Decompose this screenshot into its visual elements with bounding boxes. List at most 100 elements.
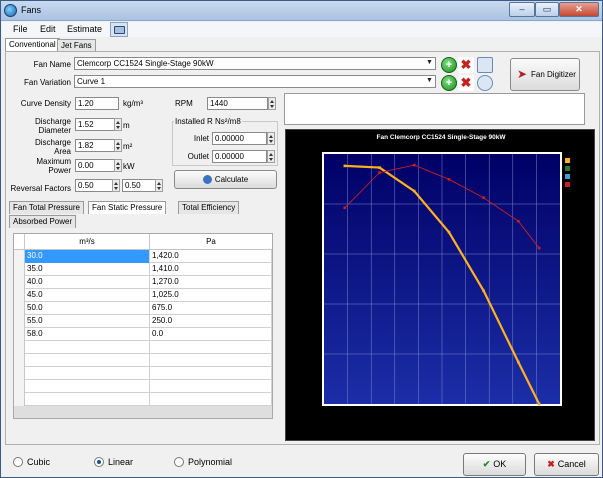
row-header[interactable] [14,367,25,380]
row-header[interactable] [14,302,25,315]
table-row[interactable]: 45.0 1,025.0 [14,289,272,302]
chevron-down-icon[interactable]: ▼ [426,59,433,66]
polynomial-radio[interactable] [174,457,184,467]
row-header[interactable] [14,328,25,341]
reversal-factor-1-spinner[interactable] [112,179,120,192]
pressure-cell[interactable]: 250.0 [150,315,272,328]
row-header[interactable] [14,263,25,276]
table-row[interactable]: 35.0 1,410.0 [14,263,272,276]
table-row[interactable]: 40.0 1,270.0 [14,276,272,289]
title-bar[interactable]: Fans – ▭ ✕ [1,1,602,21]
table-row[interactable] [14,393,272,406]
row-header[interactable] [14,250,25,263]
flow-cell[interactable] [25,393,150,406]
maximum-power-input[interactable]: 0.00 [75,159,115,172]
cancel-button[interactable]: ✖ Cancel [534,453,599,476]
tab-conventional[interactable]: Conventional [5,38,60,51]
discharge-area-spinner[interactable] [114,139,122,152]
tab-fan-total-pressure[interactable]: Fan Total Pressure [9,201,84,214]
column-header-pressure[interactable]: Pa [150,234,272,250]
pressure-cell[interactable]: 1,420.0 [150,250,272,263]
table-row[interactable]: 55.0 250.0 [14,315,272,328]
flow-cell[interactable]: 45.0 [25,289,150,302]
flow-cell[interactable] [25,341,150,354]
tab-absorbed-power[interactable]: Absorbed Power [9,215,77,228]
x-tick-label: 41 [415,410,421,416]
table-row[interactable] [14,380,272,393]
discharge-area-input[interactable]: 1.82 [75,139,115,152]
camera-icon[interactable] [110,22,128,37]
flow-cell[interactable]: 55.0 [25,315,150,328]
fan-name-dropdown[interactable]: Clemcorp CC1524 Single-Stage 90kW [74,57,436,70]
cubic-radio[interactable] [13,457,23,467]
row-header[interactable] [14,276,25,289]
flow-cell[interactable]: 35.0 [25,263,150,276]
inlet-input[interactable]: 0.00000 [212,132,267,145]
menu-file[interactable]: File [13,24,28,34]
table-row[interactable] [14,341,272,354]
notes-textbox[interactable] [284,93,585,125]
curve-density-input[interactable]: 1.20 [75,97,119,110]
ok-button[interactable]: ✔ OK [463,453,526,476]
tab-fan-static-pressure[interactable]: Fan Static Pressure [88,201,167,214]
link-icon[interactable] [477,75,493,91]
pressure-cell[interactable]: 1,270.0 [150,276,272,289]
flow-cell[interactable]: 30.0 [25,250,150,263]
chevron-down-icon[interactable]: ▼ [426,77,433,84]
pressure-cell[interactable] [150,341,272,354]
pressure-cell[interactable]: 675.0 [150,302,272,315]
table-row[interactable]: 50.0 675.0 [14,302,272,315]
table-row[interactable] [14,354,272,367]
outlet-input[interactable]: 0.00000 [212,150,267,163]
pressure-cell[interactable]: 1,025.0 [150,289,272,302]
discharge-diameter-input[interactable]: 1.52 [75,118,115,131]
flow-cell[interactable] [25,380,150,393]
row-header[interactable] [14,354,25,367]
outlet-spinner[interactable] [267,150,275,163]
rpm-input[interactable]: 1440 [207,97,268,110]
flow-cell[interactable]: 40.0 [25,276,150,289]
fan-digitizer-button[interactable]: ➤ Fan Digitizer [510,58,580,91]
rpm-spinner[interactable] [268,97,276,110]
table-row[interactable]: 30.0 1,420.0 [14,250,272,263]
flow-cell[interactable] [25,367,150,380]
reversal-factor-2-spinner[interactable] [155,179,163,192]
menu-edit[interactable]: Edit [40,24,56,34]
discharge-diameter-spinner[interactable] [114,118,122,131]
pressure-cell[interactable] [150,367,272,380]
add-fan-icon[interactable]: + [441,57,457,73]
pressure-cell[interactable] [150,393,272,406]
row-header[interactable] [14,380,25,393]
calculate-button[interactable]: Calculate [174,170,277,189]
table-row[interactable]: 58.0 0.0 [14,328,272,341]
pressure-cell[interactable]: 1,410.0 [150,263,272,276]
close-button[interactable]: ✕ [559,2,599,17]
reversal-factor-2-input[interactable]: 0.50 [122,179,156,192]
fan-variation-dropdown[interactable]: Curve 1 [74,75,436,88]
column-header-flow[interactable]: m³/s [25,234,150,250]
row-header[interactable] [14,393,25,406]
linear-radio[interactable] [94,457,104,467]
flow-cell[interactable]: 50.0 [25,302,150,315]
curve-data-grid[interactable]: m³/s Pa 30.0 1,420.0 35.0 1,410.0 40.0 1,270.… [13,233,273,419]
pressure-cell[interactable]: 0.0 [150,328,272,341]
delete-variation-icon[interactable]: ✖ [458,75,474,91]
add-variation-icon[interactable]: + [441,75,457,91]
maximize-button[interactable]: ▭ [535,2,559,17]
tab-total-efficiency[interactable]: Total Efficiency [178,201,240,214]
menu-estimate[interactable]: Estimate [67,24,102,34]
flow-cell[interactable] [25,354,150,367]
fan-details-icon[interactable] [477,57,493,73]
minimize-button[interactable]: – [509,2,535,17]
maximum-power-spinner[interactable] [114,159,122,172]
table-row[interactable] [14,367,272,380]
reversal-factor-1-input[interactable]: 0.50 [75,179,113,192]
row-header[interactable] [14,289,25,302]
delete-fan-icon[interactable]: ✖ [458,57,474,73]
row-header[interactable] [14,341,25,354]
row-header[interactable] [14,315,25,328]
inlet-spinner[interactable] [267,132,275,145]
flow-cell[interactable]: 58.0 [25,328,150,341]
pressure-cell[interactable] [150,380,272,393]
pressure-cell[interactable] [150,354,272,367]
